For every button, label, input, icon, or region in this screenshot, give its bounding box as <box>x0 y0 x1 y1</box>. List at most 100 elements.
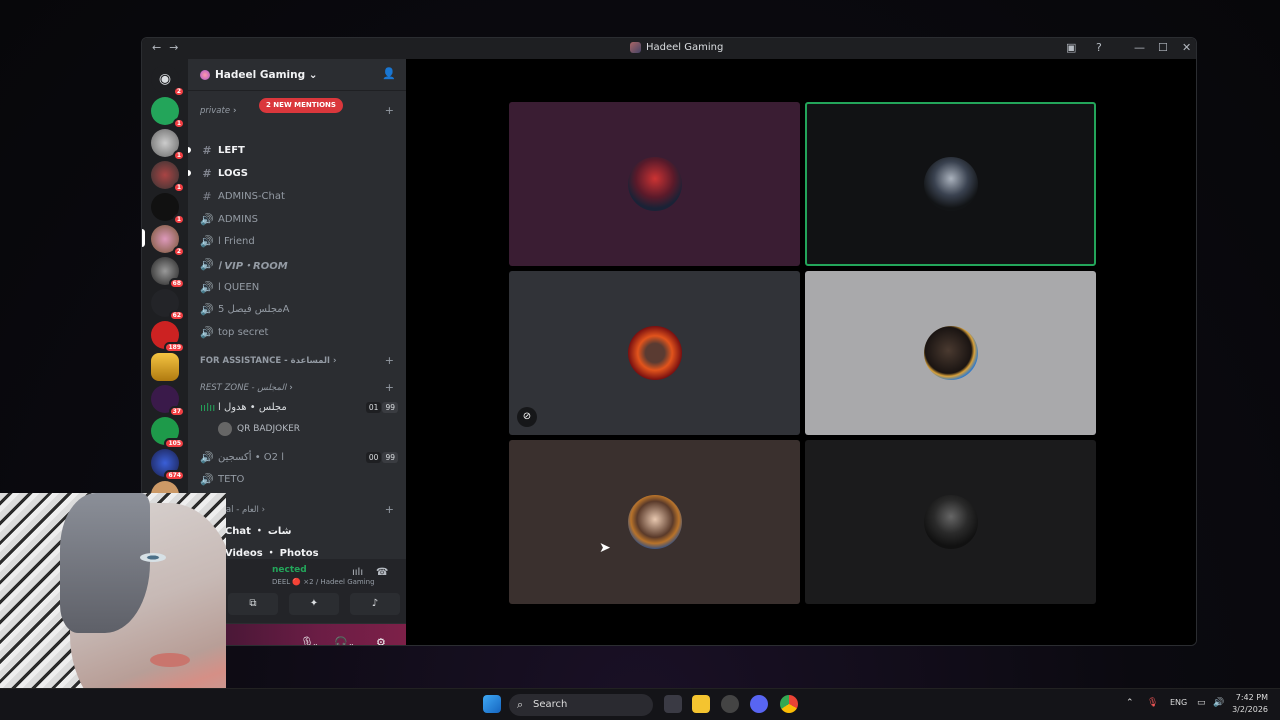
channel-majlis-faisal[interactable]: 🔊 مجلس فيصل 5A <box>200 300 290 318</box>
hashtag-icon: # <box>202 143 212 157</box>
server-icon-5[interactable]: 2 <box>151 225 185 257</box>
nav-arrows[interactable]: ←→ <box>152 41 186 54</box>
maximize-button[interactable]: ☐ <box>1158 41 1168 54</box>
channel-top-secret[interactable]: 🔊 top secret <box>200 323 268 341</box>
screen-share-button[interactable]: ⧉ <box>228 593 278 615</box>
channel-label: ا VIP・ROOM <box>218 260 288 272</box>
channel-queen[interactable]: 🔊 ا QUEEN <box>200 278 259 296</box>
discord-home-icon[interactable]: ◉ 2 <box>151 65 185 97</box>
server-icon-4[interactable]: 1 <box>151 193 185 225</box>
add-channel-icon[interactable]: + <box>385 503 394 516</box>
hashtag-icon: # <box>202 166 212 180</box>
channel-label: مجلس فيصل 5A <box>218 303 290 315</box>
channel-logs[interactable]: # LOGS <box>200 164 248 182</box>
system-clock[interactable]: 7:42 PM 3/2/2026 <box>1232 692 1268 716</box>
hashtag-icon: # <box>202 189 212 203</box>
chevron-down-icon[interactable]: ⌄ <box>312 639 319 645</box>
speaker-icon: 🔊 <box>200 325 214 339</box>
chevron-down-icon[interactable]: ⌄ <box>348 639 355 645</box>
badge: 2 <box>172 86 185 97</box>
server-icon-8[interactable]: 189 <box>151 321 185 353</box>
participant-tile[interactable]: ⊘ <box>509 271 800 435</box>
close-button[interactable]: ✕ <box>1182 41 1191 54</box>
add-channel-icon[interactable]: + <box>385 104 394 117</box>
soundboard-button[interactable]: ♪ <box>350 593 400 615</box>
server-name[interactable]: Hadeel Gaming <box>215 69 305 81</box>
badge: 674 <box>164 470 185 481</box>
avatar <box>627 326 682 380</box>
clock-date: 3/2/2026 <box>1232 705 1268 714</box>
server-icon <box>630 42 641 53</box>
server-icon-9[interactable] <box>151 353 179 381</box>
server-icon-3[interactable]: 1 <box>151 161 185 193</box>
chrome-icon[interactable] <box>780 695 798 713</box>
avatar <box>627 495 682 549</box>
back-icon[interactable]: ← <box>152 41 169 54</box>
activities-button[interactable]: ✦ <box>289 593 339 615</box>
speaker-icon: 🔊 <box>200 257 214 271</box>
channel-label: أكسجين • O2 ا <box>218 451 284 463</box>
microphone-icon[interactable]: 🎙 <box>1147 698 1158 708</box>
gear-icon[interactable]: ⚙ <box>376 636 386 645</box>
channel-label: ا QUEEN <box>218 281 260 293</box>
add-channel-icon[interactable]: + <box>385 354 394 367</box>
app-icon[interactable] <box>721 695 739 713</box>
category-rest-zone[interactable]: REST ZONE - المجلس › <box>200 383 293 393</box>
minimize-button[interactable]: — <box>1134 41 1145 54</box>
server-icon-12[interactable]: 674 <box>151 449 185 481</box>
channel-friend[interactable]: 🔊 ا Friend <box>200 232 255 250</box>
server-header[interactable]: Hadeel Gaming ⌄ 👤 <box>188 59 406 91</box>
headphones-icon[interactable]: 🎧 <box>334 636 348 645</box>
badge: 1 <box>172 214 185 225</box>
category-private[interactable]: private › <box>200 106 237 116</box>
add-member-icon[interactable]: 👤 <box>382 67 396 80</box>
language-indicator[interactable]: ENG <box>1170 698 1187 707</box>
add-channel-icon[interactable]: + <box>385 381 394 394</box>
voice-channel-teto[interactable]: 🔊 TETO <box>200 470 244 488</box>
voice-channel-hadool[interactable]: ıılıı مجلس • هدول ا <box>200 398 287 416</box>
channel-label: TETO <box>218 473 245 485</box>
speaker-icon: 🔊 <box>200 280 214 294</box>
monitor-icon[interactable]: ▭ <box>1197 698 1206 708</box>
channel-label: ا Friend <box>218 235 255 247</box>
voice-channel-o2[interactable]: 🔊 أكسجين • O2 ا <box>200 448 284 466</box>
server-icon-10[interactable]: 37 <box>151 385 185 417</box>
help-icon[interactable]: ? <box>1096 41 1102 54</box>
voice-user[interactable]: QR BADJOKER <box>218 422 300 436</box>
channel-admins-chat[interactable]: # ADMINS-Chat <box>200 187 285 205</box>
badge: 189 <box>164 342 185 353</box>
start-button[interactable] <box>483 695 501 713</box>
chevron-up-icon[interactable]: ⌃ <box>1126 698 1134 708</box>
disconnect-icon[interactable]: ☎ <box>376 567 388 578</box>
task-view-icon[interactable] <box>664 695 682 713</box>
discord-taskbar-icon[interactable] <box>750 695 768 713</box>
participant-tile[interactable] <box>805 271 1096 435</box>
forward-icon[interactable]: → <box>169 41 186 54</box>
volume-icon[interactable]: 🔊 <box>1213 698 1224 708</box>
server-icon-2[interactable]: 1 <box>151 129 185 161</box>
server-icon-11[interactable]: 105 <box>151 417 185 449</box>
webcam-hair <box>60 493 150 633</box>
channel-admins[interactable]: 🔊 ADMINS <box>200 210 258 228</box>
title-bar: ←→ Hadeel Gaming ▣ ? — ☐ ✕ <box>142 38 1196 59</box>
server-icon-1[interactable]: 1 <box>151 97 185 129</box>
participant-tile[interactable] <box>509 440 800 604</box>
webcam-eye <box>140 553 166 562</box>
participant-tile[interactable] <box>805 440 1096 604</box>
taskbar-search[interactable]: ⌕ Search <box>509 694 653 716</box>
file-explorer-icon[interactable] <box>692 695 710 713</box>
badge: 1 <box>172 118 185 129</box>
connection-channel[interactable]: DEEL 🔴 ×2 / Hadeel Gaming <box>272 578 375 586</box>
server-icon-7[interactable]: 62 <box>151 289 185 321</box>
channel-left[interactable]: # LEFT <box>200 141 244 159</box>
participant-tile[interactable] <box>509 102 800 266</box>
server-icon-6[interactable]: 68 <box>151 257 185 289</box>
chevron-down-icon[interactable]: ⌄ <box>309 69 318 81</box>
new-mentions-pill[interactable]: 2 NEW MENTIONS <box>259 98 343 113</box>
connection-status[interactable]: nected <box>272 565 307 575</box>
noise-suppression-icon[interactable]: ıılı <box>352 567 363 578</box>
participant-tile-speaking[interactable] <box>805 102 1096 266</box>
category-for-assistance[interactable]: FOR ASSISTANCE - المساعدة › <box>200 356 336 366</box>
inbox-icon[interactable]: ▣ <box>1066 41 1076 54</box>
channel-vip-room[interactable]: 🔊 ا VIP・ROOM <box>200 255 288 273</box>
